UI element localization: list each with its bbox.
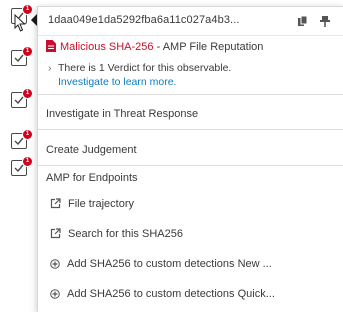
amp-section-title: AMP for Endpoints [46, 172, 138, 184]
verdict-detail-text: There is 1 Verdict for this observable. [58, 62, 232, 74]
add-detection-quick-item[interactable]: Add SHA256 to custom detections Quick... [50, 288, 275, 300]
count-badge: 1 [22, 46, 33, 57]
divider [38, 94, 343, 95]
pin-icon[interactable] [319, 15, 331, 27]
investigate-threat-response-item[interactable]: Investigate in Threat Response [46, 108, 198, 120]
add-detection-quick-label: Add SHA256 to custom detections Quick... [67, 288, 275, 300]
external-link-icon [50, 198, 61, 209]
search-sha256-label: Search for this SHA256 [68, 228, 183, 240]
divider [38, 129, 343, 130]
observable-icon-strip: 1 1 1 1 1 [0, 0, 40, 240]
verdict-label[interactable]: Malicious SHA-256 [60, 41, 154, 53]
pointer-cursor-icon [14, 14, 26, 32]
observable-context-page: 1 1 1 1 1 1daa049e1da5292fba6a11c027a4b3… [0, 0, 343, 312]
count-badge: 1 [22, 88, 33, 99]
file-icon [46, 40, 56, 52]
search-sha256-item[interactable]: Search for this SHA256 [50, 228, 183, 240]
verdict-detail: › There is 1 Verdict for this observable.… [48, 61, 231, 89]
divider [38, 165, 343, 166]
verdict-source: AMP File Reputation [162, 41, 264, 53]
verdict-summary: Malicious SHA-256 - AMP File Reputation [46, 40, 263, 53]
plus-circle-icon [50, 289, 60, 299]
observable-hash: 1daa049e1da5292fba6a11c027a4b3... [48, 14, 240, 26]
verdict-separator: - [153, 41, 163, 53]
count-badge: 1 [22, 129, 33, 140]
count-badge: 1 [22, 156, 33, 167]
chevron-right-icon[interactable]: › [48, 61, 58, 75]
copy-icon[interactable] [297, 15, 309, 27]
add-detection-new-label: Add SHA256 to custom detections New ... [67, 258, 272, 270]
investigate-link[interactable]: Investigate to learn more. [58, 76, 176, 88]
add-detection-new-item[interactable]: Add SHA256 to custom detections New ... [50, 258, 272, 270]
create-judgement-item[interactable]: Create Judgement [46, 144, 137, 156]
observable-context-menu: 1daa049e1da5292fba6a11c027a4b3... Malici… [37, 6, 343, 312]
file-trajectory-label: File trajectory [68, 198, 135, 210]
file-trajectory-item[interactable]: File trajectory [50, 198, 134, 210]
external-link-icon [50, 228, 61, 239]
plus-circle-icon [50, 259, 60, 269]
menu-header: 1daa049e1da5292fba6a11c027a4b3... [38, 7, 343, 36]
